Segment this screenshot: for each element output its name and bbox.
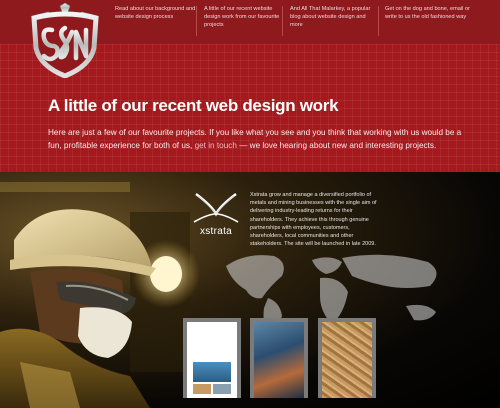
project-description: Xstrata grow and manage a diversified po…	[250, 192, 377, 248]
thumbnail-picture	[193, 384, 211, 394]
thumbnail-image	[322, 322, 372, 398]
project-thumbnail-3[interactable]	[318, 318, 376, 398]
thumbnail-image	[187, 322, 237, 398]
logo-icon[interactable]	[24, 2, 106, 78]
nav-divider	[282, 6, 283, 36]
intro-paragraph: Here are just a few of our favourite pro…	[48, 126, 468, 152]
portfolio-showcase: xstrata Xstrata grow and manage a divers…	[0, 172, 500, 408]
nav-item-contact[interactable]: Get on the dog and bone, email or write …	[385, 5, 471, 21]
thumbnail-image	[254, 322, 304, 398]
nav-item-blog[interactable]: And All That Malarkey, a popular blog ab…	[290, 5, 376, 29]
xstrata-logo-text: xstrata	[200, 226, 232, 237]
intro-text-end: — we love hearing about new and interest…	[239, 141, 437, 150]
nav-divider	[196, 6, 197, 36]
page: Read about our background and website de…	[0, 0, 500, 408]
get-in-touch-link[interactable]: get in touch	[195, 141, 237, 150]
nav-item-about[interactable]: Read about our background and website de…	[115, 5, 201, 21]
page-title: A little of our recent web design work	[48, 96, 339, 115]
nav-divider	[378, 6, 379, 36]
nav-item-work[interactable]: A little of our recent website design wo…	[204, 5, 290, 29]
xstrata-logo-icon[interactable]: xstrata	[192, 192, 240, 238]
project-thumbnail-2[interactable]	[250, 318, 308, 398]
thumbnail-picture	[193, 362, 231, 382]
project-thumbnail-1[interactable]	[183, 318, 241, 398]
thumbnail-picture	[213, 384, 231, 394]
